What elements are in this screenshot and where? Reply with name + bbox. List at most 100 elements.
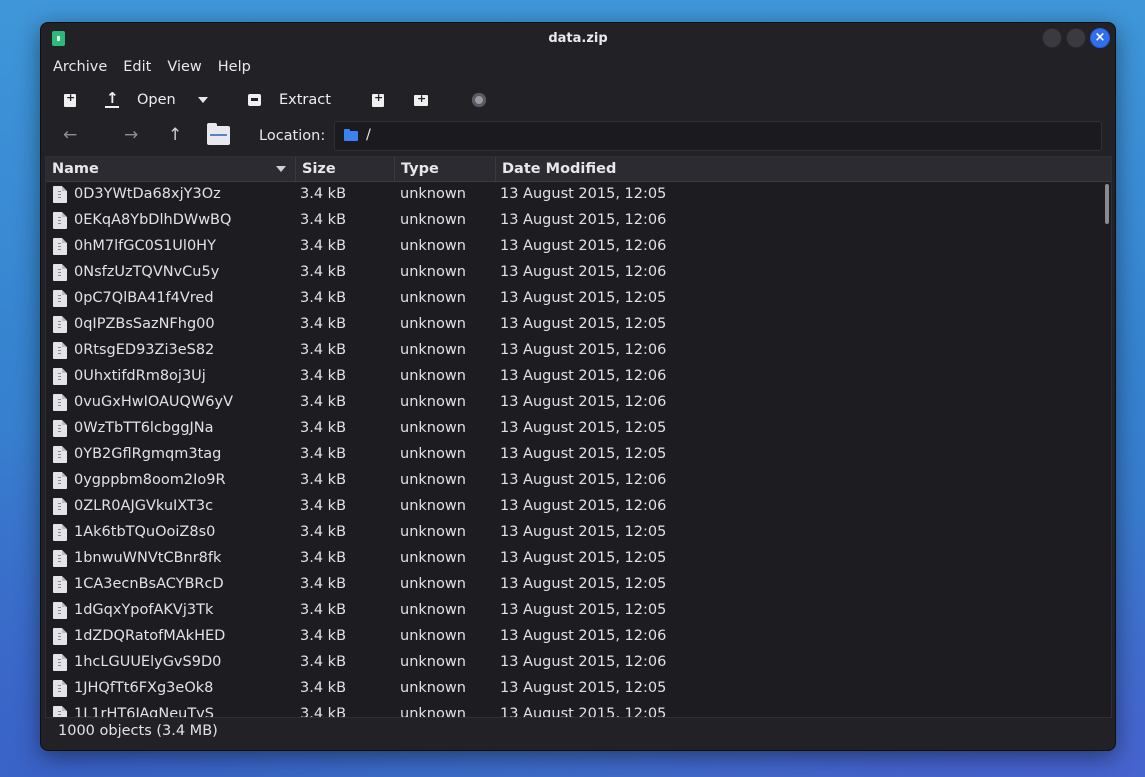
scrollbar[interactable] (1102, 182, 1110, 714)
table-row[interactable]: 0ZLR0AJGVkuIXT3c 3.4 kB unknown 13 August 2… (46, 494, 1101, 520)
menu-help[interactable]: Help (210, 56, 259, 78)
file-icon (53, 602, 67, 619)
file-type: unknown (400, 420, 466, 436)
forward-button[interactable]: → (124, 125, 138, 145)
file-rows: 0D3YWtDa68xjY3Oz 3.4 kB unknown 13 August 2… (46, 182, 1101, 718)
table-row[interactable]: 0pC7QlBA41f4Vred 3.4 kB unknown 13 August 2… (46, 286, 1101, 312)
file-size: 3.4 kB (300, 654, 347, 670)
file-icon (53, 550, 67, 567)
table-row[interactable]: 1dZDQRatofMAkHED 3.4 kB unknown 13 August 2… (46, 624, 1101, 650)
open-button[interactable]: Open (105, 85, 176, 115)
minimize-button[interactable] (1042, 28, 1062, 48)
column-date-modified[interactable]: Date Modified (496, 157, 1111, 181)
file-name: 0RtsgED93Zi3eS82 (74, 342, 215, 358)
close-button[interactable]: × (1090, 28, 1110, 48)
file-type: unknown (400, 186, 466, 202)
extract-label: Extract (279, 92, 331, 108)
table-row[interactable]: 0YB2GflRgmqm3tag 3.4 kB unknown 13 August 2… (46, 442, 1101, 468)
file-icon (53, 420, 67, 437)
file-type: unknown (400, 576, 466, 592)
up-button[interactable]: ↑ (168, 125, 182, 145)
file-name: 1bnwuWNVtCBnr8fk (74, 550, 222, 566)
file-size: 3.4 kB (300, 576, 347, 592)
location-path: / (366, 127, 371, 143)
file-name: 1JHQfTt6FXg3eOk8 (74, 680, 214, 696)
add-folder-button[interactable] (414, 85, 428, 115)
home-folder-icon[interactable] (207, 123, 230, 145)
file-type: unknown (400, 394, 466, 410)
table-row[interactable]: 0D3YWtDa68xjY3Oz 3.4 kB unknown 13 August 2… (46, 182, 1101, 208)
file-type: unknown (400, 316, 466, 332)
file-icon (53, 316, 67, 333)
titlebar[interactable]: data.zip × (41, 23, 1115, 55)
table-row[interactable]: 0qIPZBsSazNFhg00 3.4 kB unknown 13 August 2… (46, 312, 1101, 338)
column-header: Name Size Type Date Modified (46, 157, 1111, 182)
file-date-modified: 13 August 2015, 12:05 (500, 290, 667, 306)
table-row[interactable]: 0vuGxHwIOAUQW6yV 3.4 kB unknown 13 August 2… (46, 390, 1101, 416)
table-row[interactable]: 1hcLGUUElyGvS9D0 3.4 kB unknown 13 August 2… (46, 650, 1101, 676)
chevron-down-icon (198, 97, 208, 103)
table-row[interactable]: 0EKqA8YbDlhDWwBQ 3.4 kB unknown 13 August 2… (46, 208, 1101, 234)
table-row[interactable]: 0NsfzUzTQVNvCu5y 3.4 kB unknown 13 August 2… (46, 260, 1101, 286)
file-name: 1dGqxYpofAKVj3Tk (74, 602, 214, 618)
table-row[interactable]: 1Ak6tbTQuOoiZ8s0 3.4 kB unknown 13 August 2… (46, 520, 1101, 546)
file-size: 3.4 kB (300, 212, 347, 228)
file-size: 3.4 kB (300, 602, 347, 618)
table-row[interactable]: 1dGqxYpofAKVj3Tk 3.4 kB unknown 13 August 2… (46, 598, 1101, 624)
file-icon (53, 186, 67, 203)
column-type[interactable]: Type (395, 157, 496, 181)
table-row[interactable]: 1JHQfTt6FXg3eOk8 3.4 kB unknown 13 August 2… (46, 676, 1101, 702)
table-row[interactable]: 0RtsgED93Zi3eS82 3.4 kB unknown 13 August 2… (46, 338, 1101, 364)
file-date-modified: 13 August 2015, 12:06 (500, 498, 667, 514)
archive-window: data.zip × Archive Edit View Help Open E… (40, 22, 1116, 751)
file-type: unknown (400, 238, 466, 254)
file-date-modified: 13 August 2015, 12:05 (500, 706, 667, 718)
file-date-modified: 13 August 2015, 12:05 (500, 524, 667, 540)
file-date-modified: 13 August 2015, 12:05 (500, 602, 667, 618)
file-size: 3.4 kB (300, 238, 347, 254)
table-row[interactable]: 1L1rHT6JAqNeuTvS 3.4 kB unknown 13 August 2… (46, 702, 1101, 718)
file-size: 3.4 kB (300, 186, 347, 202)
table-row[interactable]: 0hM7lfGC0S1Ul0HY 3.4 kB unknown 13 August 2… (46, 234, 1101, 260)
file-list[interactable]: Name Size Type Date Modified 0D3YWtDa68x… (45, 156, 1112, 718)
location-bar: ← → ↑ Location: / (41, 121, 1115, 153)
file-name: 0ZLR0AJGVkuIXT3c (74, 498, 214, 514)
table-row[interactable]: 0UhxtifdRm8oj3Uj 3.4 kB unknown 13 August 2… (46, 364, 1101, 390)
file-size: 3.4 kB (300, 368, 347, 384)
folder-icon (344, 129, 358, 141)
table-row[interactable]: 1CA3ecnBsACYBRcD 3.4 kB unknown 13 August 2… (46, 572, 1101, 598)
file-date-modified: 13 August 2015, 12:06 (500, 394, 667, 410)
open-recent-dropdown[interactable] (198, 85, 208, 115)
extract-button[interactable]: Extract (248, 85, 331, 115)
scrollbar-thumb[interactable] (1105, 184, 1109, 224)
menu-view[interactable]: View (159, 56, 209, 78)
record-icon (472, 93, 486, 107)
file-icon (53, 498, 67, 515)
open-label: Open (137, 92, 176, 108)
file-icon (53, 576, 67, 593)
column-name[interactable]: Name (46, 157, 296, 181)
window-title: data.zip (548, 31, 608, 46)
file-name: 0UhxtifdRm8oj3Uj (74, 368, 206, 384)
column-date-label: Date Modified (502, 161, 617, 177)
file-name: 0D3YWtDa68xjY3Oz (74, 186, 221, 202)
file-type: unknown (400, 550, 466, 566)
column-size[interactable]: Size (296, 157, 395, 181)
menu-archive[interactable]: Archive (45, 56, 115, 78)
table-row[interactable]: 1bnwuWNVtCBnr8fk 3.4 kB unknown 13 August 2… (46, 546, 1101, 572)
file-name: 1Ak6tbTQuOoiZ8s0 (74, 524, 216, 540)
add-files-button[interactable] (372, 85, 384, 115)
file-name: 0vuGxHwIOAUQW6yV (74, 394, 234, 410)
file-type: unknown (400, 628, 466, 644)
back-button[interactable]: ← (63, 125, 77, 145)
record-button[interactable] (472, 85, 486, 115)
location-field[interactable]: / (334, 121, 1102, 151)
table-row[interactable]: 0WzTbTT6lcbggJNa 3.4 kB unknown 13 August 2… (46, 416, 1101, 442)
file-name: 0YB2GflRgmqm3tag (74, 446, 222, 462)
file-icon (53, 680, 67, 697)
file-type: unknown (400, 498, 466, 514)
menu-edit[interactable]: Edit (115, 56, 159, 78)
table-row[interactable]: 0ygppbm8oom2Io9R 3.4 kB unknown 13 August 2… (46, 468, 1101, 494)
new-archive-button[interactable] (64, 85, 76, 115)
maximize-button[interactable] (1066, 28, 1086, 48)
